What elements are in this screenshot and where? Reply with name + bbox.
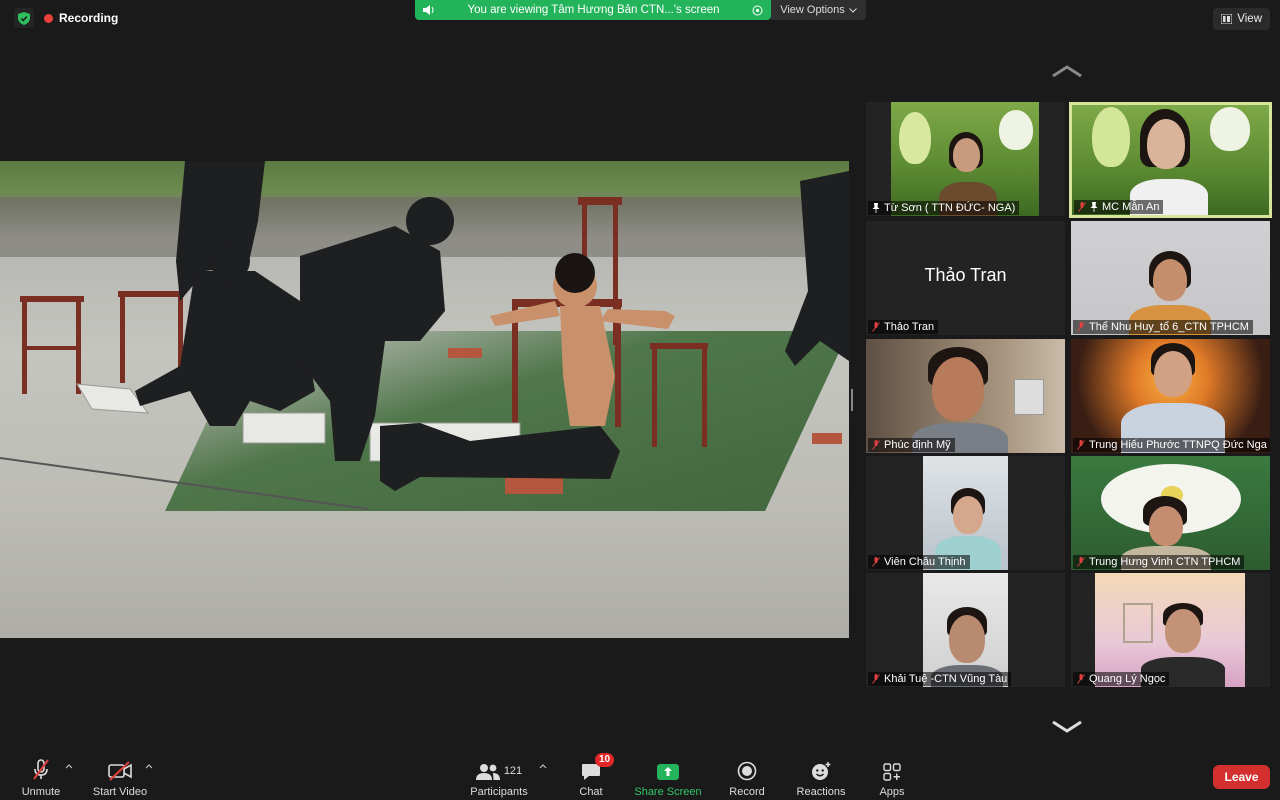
- participant-name-label: Viên Châu Thịnh: [868, 555, 970, 569]
- video-options-chevron-icon[interactable]: [145, 763, 153, 769]
- pin-icon: [1090, 202, 1098, 212]
- participant-video: [923, 573, 1008, 687]
- reactions-label: Reactions: [796, 786, 846, 798]
- participant-name-label: MC Mẫn An: [1074, 200, 1164, 214]
- mic-muted-icon: [872, 674, 880, 684]
- mic-muted-icon: [33, 759, 49, 780]
- record-button[interactable]: Record: [727, 759, 767, 798]
- participant-name-label: Thảo Tran: [868, 320, 939, 334]
- mic-muted-icon: [1077, 557, 1085, 567]
- audio-options-chevron-icon[interactable]: [65, 763, 73, 769]
- participant-name-label: Trung Hưng Vinh CTN TPHCM: [1073, 555, 1245, 569]
- participant-video: [1071, 339, 1270, 453]
- share-screen-button[interactable]: Share Screen: [633, 759, 703, 798]
- participant-placeholder-name: Thảo Tran: [924, 265, 1007, 285]
- participant-name-label: Quang Lý Ngọc: [1073, 672, 1170, 686]
- chevron-down-icon: [848, 7, 857, 13]
- pin-icon: [872, 203, 880, 213]
- video-off-icon: [108, 761, 132, 781]
- view-options-dropdown[interactable]: View Options: [771, 0, 866, 20]
- start-video-label: Start Video: [92, 786, 148, 798]
- participant-video: [1071, 456, 1270, 570]
- participant-video: [923, 456, 1008, 570]
- mic-muted-icon: [1077, 674, 1085, 684]
- video-tile-active-speaker[interactable]: MC Mẫn An: [1069, 102, 1272, 218]
- participant-name-label: Phúc định Mỹ: [868, 438, 955, 452]
- record-label: Record: [729, 786, 765, 798]
- recording-label: Recording: [59, 11, 119, 25]
- recording-indicator[interactable]: Recording: [44, 11, 118, 25]
- top-left-status: Recording: [14, 8, 118, 28]
- participant-name-label: Thể Nhu Huy_tổ 6_CTN TPHCM: [1073, 320, 1253, 334]
- participants-options-chevron-icon[interactable]: [539, 763, 547, 769]
- gallery-down-arrow-icon[interactable]: [1050, 720, 1084, 734]
- stop-share-view-icon[interactable]: [752, 5, 763, 16]
- video-tile[interactable]: Quang Lý Ngọc: [1071, 573, 1270, 687]
- mic-muted-icon: [1078, 202, 1086, 212]
- share-screen-label: Share Screen: [634, 786, 702, 798]
- mic-muted-icon: [1077, 322, 1085, 332]
- banner-text: You are viewing Tâm Hương Bản CTN...'s s…: [467, 4, 720, 16]
- mic-muted-icon: [1077, 440, 1085, 450]
- chat-button[interactable]: 10 Chat: [575, 753, 615, 798]
- participants-icon: [475, 764, 500, 780]
- reactions-button[interactable]: Reactions: [794, 759, 848, 798]
- chat-label: Chat: [579, 786, 603, 798]
- participant-video: [1071, 221, 1270, 335]
- screen-share-banner: You are viewing Tâm Hương Bản CTN...'s s…: [415, 0, 771, 20]
- start-video-button[interactable]: Start Video: [90, 759, 150, 798]
- participant-name-label: Từ Sơn ( TTN ĐỨC- NGA): [868, 201, 1020, 215]
- speaker-icon[interactable]: [423, 5, 435, 15]
- chat-unread-badge: 10: [595, 753, 615, 767]
- recording-dot-icon: [44, 13, 53, 23]
- participant-video: [866, 339, 1065, 453]
- participants-count: 121: [503, 765, 523, 777]
- mic-muted-icon: [872, 322, 880, 332]
- video-tile[interactable]: Từ Sơn ( TTN ĐỨC- NGA): [866, 102, 1065, 216]
- mic-muted-icon: [872, 440, 880, 450]
- participants-button[interactable]: 121 Participants: [468, 759, 530, 798]
- video-tile[interactable]: Phúc định Mỹ: [866, 339, 1065, 453]
- participant-name-label: Trung Hiếu Phước TTNPQ Đức Nga: [1073, 438, 1270, 452]
- mic-muted-icon: [872, 557, 880, 567]
- gallery-up-arrow-icon[interactable]: [1050, 64, 1084, 78]
- view-button[interactable]: View: [1213, 8, 1270, 30]
- apps-label: Apps: [879, 786, 905, 798]
- video-tile[interactable]: Viên Châu Thịnh: [866, 456, 1065, 570]
- video-tile[interactable]: Trung Hưng Vinh CTN TPHCM: [1071, 456, 1270, 570]
- participant-video: [1072, 105, 1269, 215]
- scene-illustration: [0, 161, 849, 510]
- video-tile[interactable]: Thể Nhu Huy_tổ 6_CTN TPHCM: [1071, 221, 1270, 335]
- grid-view-icon: [1221, 14, 1233, 24]
- participant-video: [1095, 573, 1245, 687]
- unmute-button[interactable]: Unmute: [20, 759, 62, 798]
- panel-resize-handle[interactable]: [851, 389, 853, 411]
- unmute-label: Unmute: [21, 786, 61, 798]
- leave-button[interactable]: Leave: [1213, 765, 1270, 789]
- meeting-toolbar: Unmute Start Video 121 Participants 10 C…: [0, 753, 1280, 800]
- apps-button[interactable]: Apps: [876, 759, 908, 798]
- video-tile[interactable]: Trung Hiếu Phước TTNPQ Đức Nga: [1071, 339, 1270, 453]
- reactions-smiley-icon: [812, 762, 831, 780]
- share-screen-icon: [657, 764, 679, 780]
- participant-name-label: Khải Tuệ -CTN Vũng Tàu: [868, 672, 1012, 686]
- view-label: View: [1237, 13, 1262, 25]
- shared-screen-video[interactable]: [0, 161, 849, 638]
- apps-icon: [883, 763, 901, 781]
- participants-label: Participants: [470, 786, 528, 798]
- video-tile[interactable]: Thảo Tran Thảo Tran: [866, 221, 1065, 335]
- record-icon: [737, 761, 757, 781]
- view-options-label: View Options: [780, 4, 845, 16]
- participant-video: [891, 102, 1039, 216]
- security-shield-icon[interactable]: [14, 8, 34, 28]
- video-tile[interactable]: Khải Tuệ -CTN Vũng Tàu: [866, 573, 1065, 687]
